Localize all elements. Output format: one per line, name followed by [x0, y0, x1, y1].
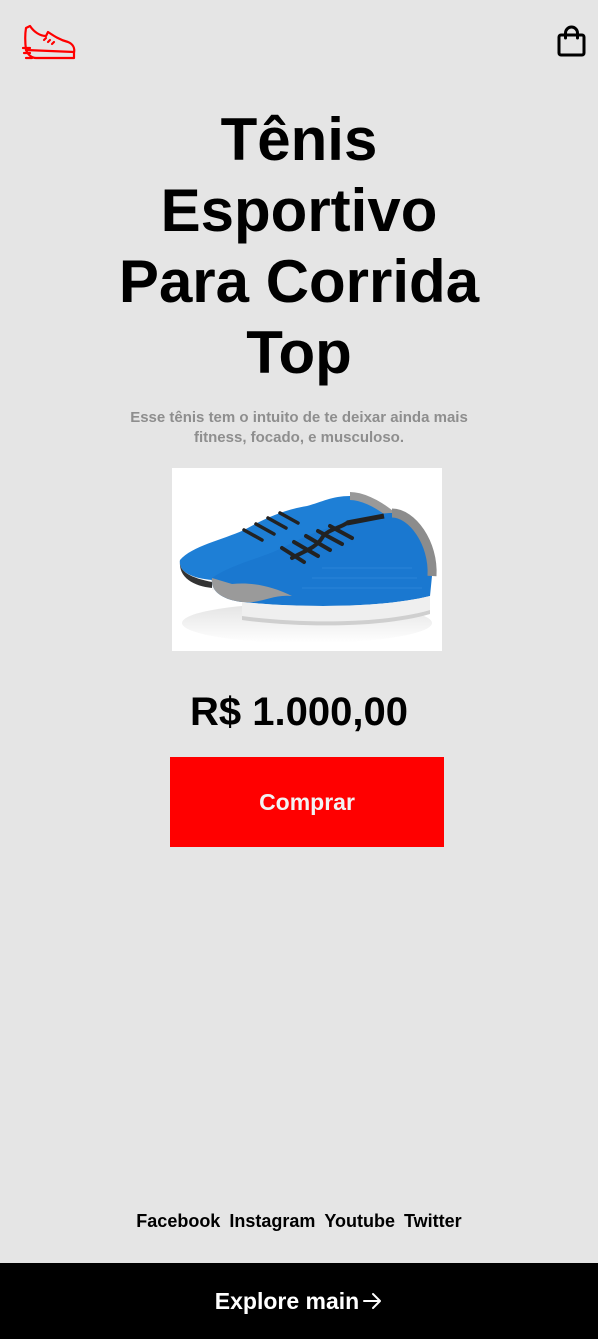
product-image [172, 468, 442, 651]
running-shoe-icon[interactable] [21, 22, 78, 64]
explore-main-label: Explore main [214, 1287, 360, 1314]
shopping-bag-icon[interactable] [556, 24, 588, 58]
arrow-right-icon [361, 1290, 383, 1312]
product-description: Esse tênis tem o intuito de te deixar ai… [130, 409, 468, 446]
social-link-twitter[interactable]: Twitter [404, 1209, 462, 1233]
product-title: Tênis Esportivo Para Corrida Top [118, 106, 480, 386]
product-price: R$ 1.000,00 [190, 690, 408, 734]
social-links: Facebook Instagram Youtube Twitter [0, 1209, 598, 1233]
social-link-facebook[interactable]: Facebook [136, 1209, 220, 1233]
social-link-instagram[interactable]: Instagram [229, 1209, 315, 1233]
buy-button[interactable]: Comprar [170, 757, 444, 847]
social-link-youtube[interactable]: Youtube [324, 1209, 395, 1233]
header [0, 0, 598, 90]
explore-main-link[interactable]: Explore main [0, 1263, 598, 1339]
